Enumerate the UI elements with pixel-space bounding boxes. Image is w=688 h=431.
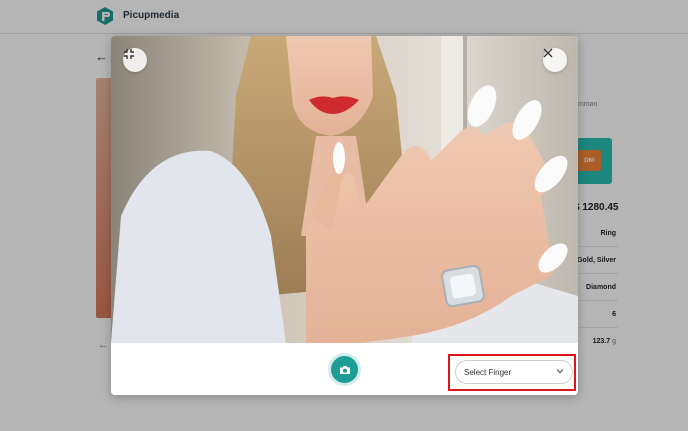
finger-select-dropdown[interactable]: Select Finger [455, 360, 573, 384]
camera-icon [339, 365, 350, 374]
finger-select-placeholder: Select Finger [464, 367, 512, 377]
minimize-button[interactable] [123, 48, 147, 72]
close-button[interactable] [543, 48, 567, 72]
capture-photo-button[interactable] [331, 356, 358, 383]
camera-feed [111, 36, 578, 343]
try-on-modal: Select Finger [111, 36, 578, 395]
minimize-icon [124, 49, 134, 59]
close-icon [543, 48, 553, 58]
modal-footer: Select Finger [111, 343, 578, 395]
chevron-down-icon [556, 369, 564, 374]
camera-scene [111, 36, 578, 343]
